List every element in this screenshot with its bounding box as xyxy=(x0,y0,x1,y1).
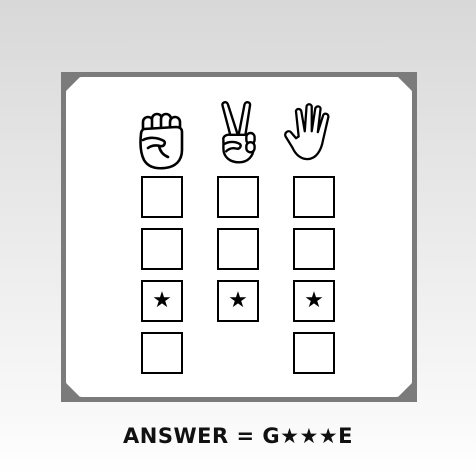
rock-fist-icon xyxy=(135,108,189,174)
answer-box-rock-2[interactable] xyxy=(141,228,183,270)
answer-box-rock-4[interactable] xyxy=(141,332,183,374)
puzzle-board: ★ ★ ★ xyxy=(61,72,417,402)
answer-box-scissors-2[interactable] xyxy=(217,228,259,270)
answer-box-rock-1[interactable] xyxy=(141,176,183,218)
answer-box-paper-4[interactable] xyxy=(293,332,335,374)
answer-value: G★★★E xyxy=(262,424,353,448)
scissors-peace-icon xyxy=(212,100,266,166)
answer-box-paper-3[interactable]: ★ xyxy=(293,280,335,322)
answer-line: ANSWER = G★★★E xyxy=(0,424,476,448)
answer-box-scissors-1[interactable] xyxy=(217,176,259,218)
answer-equals: = xyxy=(236,424,255,448)
answer-box-scissors-3[interactable]: ★ xyxy=(217,280,259,322)
answer-box-rock-3[interactable]: ★ xyxy=(141,280,183,322)
answer-box-paper-1[interactable] xyxy=(293,176,335,218)
answer-box-paper-2[interactable] xyxy=(293,228,335,270)
paper-open-hand-icon xyxy=(283,100,337,166)
answer-label: ANSWER xyxy=(123,424,229,448)
